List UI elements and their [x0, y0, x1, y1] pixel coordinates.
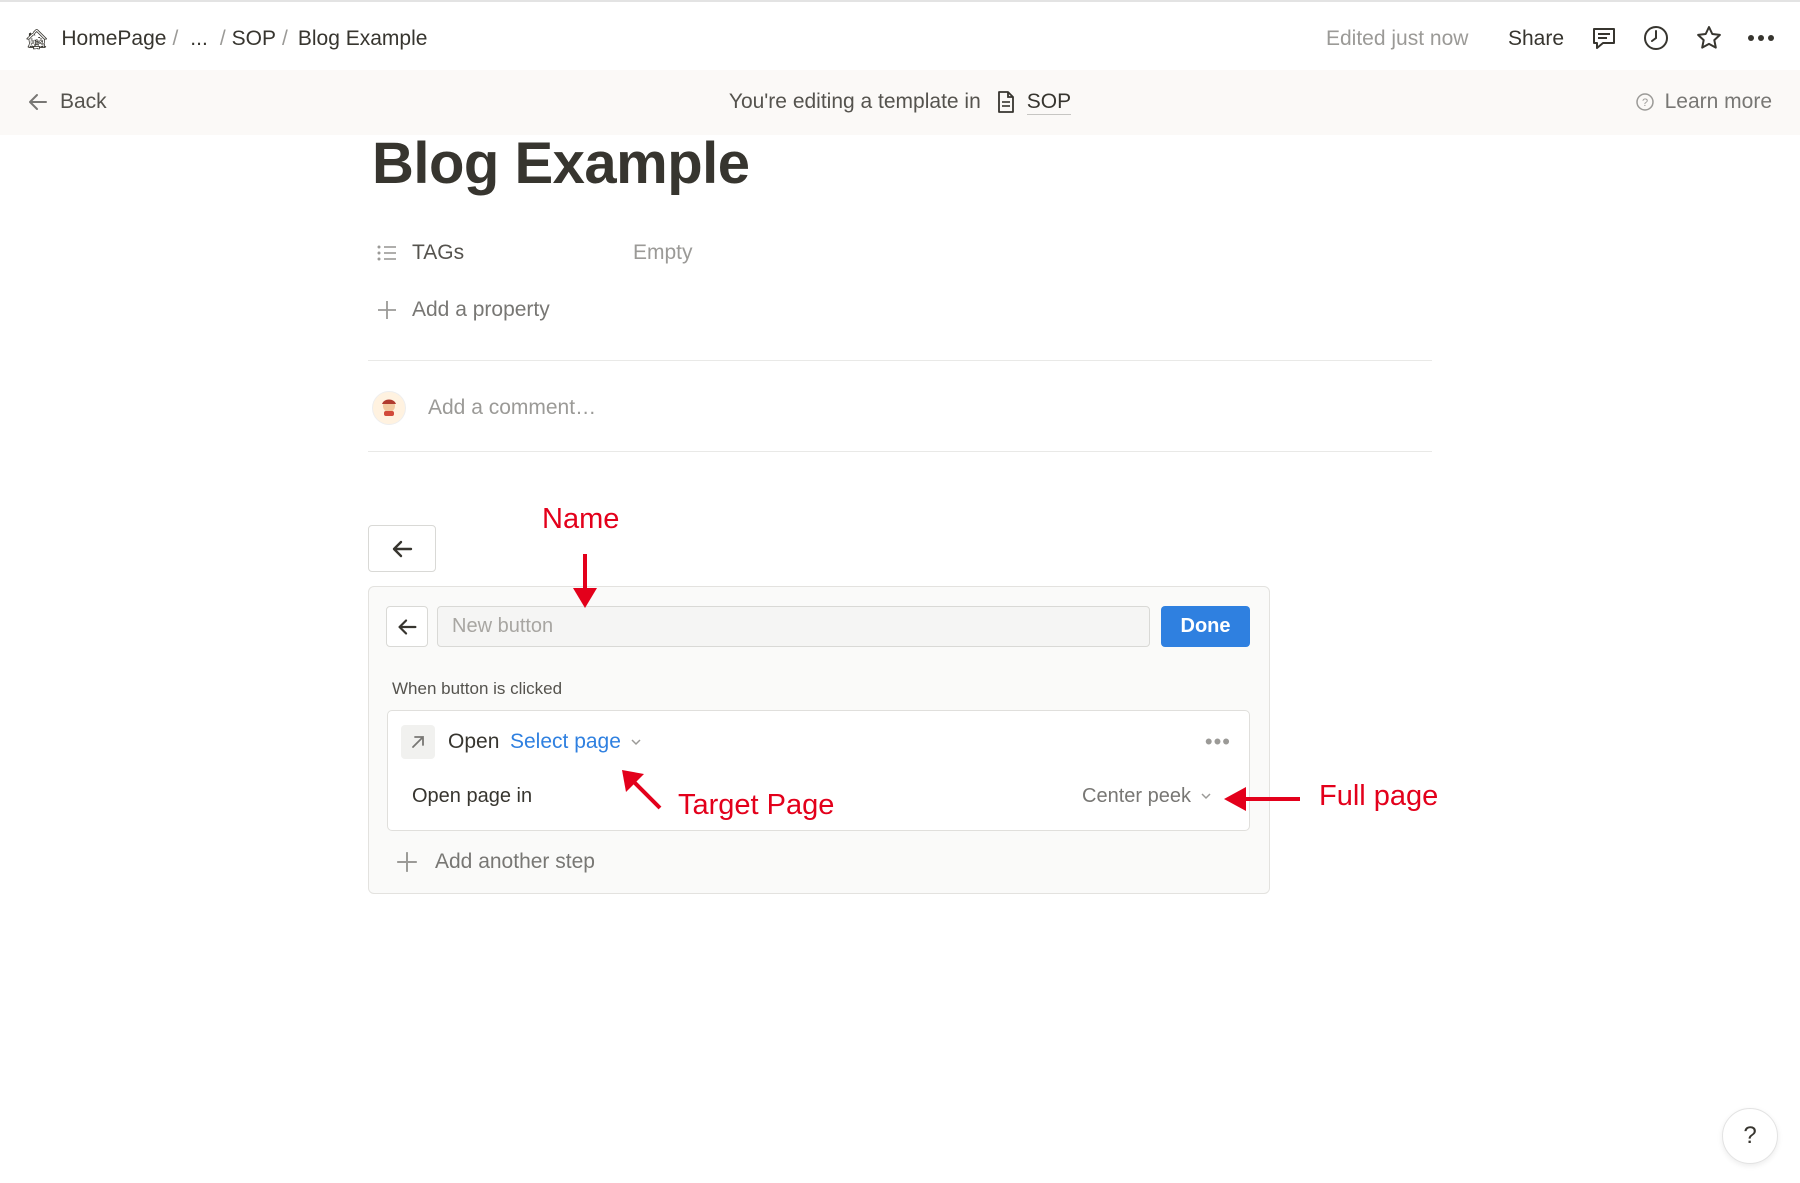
page-title[interactable]: Blog Example [372, 130, 750, 197]
home-page-icon: 🏚 [24, 28, 50, 51]
favorite-star-icon[interactable] [1692, 21, 1726, 55]
chevron-down-icon [631, 739, 641, 746]
template-editing-notice: You're editing a template in SOP [0, 85, 1800, 119]
open-page-in-label: Open page in [412, 784, 533, 807]
breadcrumb-separator: / [172, 27, 179, 50]
share-button[interactable]: Share [1508, 22, 1564, 56]
template-banner: Back You're editing a template in SOP ? … [0, 70, 1800, 135]
open-page-in-dropdown[interactable]: Center peek [1082, 779, 1213, 813]
breadcrumb-separator: / [219, 27, 226, 50]
top-bar: 🏚 HomePage / ... / SOP / Blog Example Ed… [0, 0, 1800, 70]
annotation-name: Name [542, 503, 620, 535]
done-button[interactable]: Done [1161, 606, 1250, 647]
open-arrow-icon [401, 725, 435, 759]
more-options-icon[interactable] [1744, 21, 1778, 55]
divider [368, 360, 1432, 361]
property-value[interactable]: Empty [633, 236, 693, 270]
divider [368, 451, 1432, 452]
help-circle-icon: ? [1635, 93, 1654, 111]
add-property-button[interactable]: Add a property [376, 293, 550, 327]
history-clock-icon[interactable] [1639, 21, 1673, 55]
comment-input[interactable]: Add a comment… [372, 390, 596, 426]
list-icon [377, 245, 396, 261]
button-name-input[interactable] [437, 606, 1150, 647]
annotation-full-page: Full page [1319, 780, 1439, 812]
add-step-label: Add another step [435, 850, 595, 873]
plus-icon [378, 301, 396, 319]
svg-text:?: ? [1642, 97, 1648, 109]
button-icon-picker[interactable] [386, 606, 428, 647]
annotation-arrow-left [1224, 787, 1300, 811]
property-name: TAGs [412, 241, 465, 264]
learn-more-label: Learn more [1664, 90, 1772, 113]
when-clicked-label: When button is clicked [392, 679, 563, 698]
breadcrumb-item-ellipsis[interactable]: ... [190, 27, 208, 51]
add-property-label: Add a property [412, 298, 550, 321]
breadcrumb-item-sop[interactable]: SOP [232, 27, 276, 51]
template-parent-link[interactable]: SOP [1026, 90, 1072, 115]
arrow-left-icon [398, 618, 417, 635]
learn-more-link[interactable]: ? Learn more [1635, 85, 1772, 119]
step-action-label: Open [448, 730, 500, 753]
comments-icon[interactable] [1587, 21, 1621, 55]
property-tags[interactable]: TAGs [376, 236, 464, 270]
annotation-arrow-diagonal [622, 770, 662, 810]
comment-placeholder: Add a comment… [428, 396, 597, 419]
select-page-dropdown[interactable]: Select page [510, 725, 643, 759]
open-page-in-value: Center peek [1082, 784, 1191, 807]
arrow-left-icon [392, 540, 413, 557]
breadcrumb: 🏚 HomePage / ... / SOP / Blog Example [24, 22, 427, 56]
avatar [372, 391, 406, 425]
breadcrumb-item-homepage[interactable]: HomePage [61, 27, 166, 51]
breadcrumb-item-blog-example[interactable]: Blog Example [298, 27, 428, 51]
help-button[interactable]: ? [1722, 1108, 1778, 1164]
annotation-target-page: Target Page [678, 789, 835, 821]
editing-text: You're editing a template in [728, 90, 981, 113]
step-more-options[interactable]: ••• [1205, 725, 1231, 759]
add-another-step-button[interactable]: Add another step [395, 845, 595, 879]
chevron-down-icon [1201, 793, 1211, 800]
page-document-icon [997, 91, 1014, 113]
annotation-arrow-down [573, 554, 597, 608]
edited-status: Edited just now [1326, 27, 1469, 50]
button-block[interactable] [368, 525, 436, 572]
button-editor-panel: Done When button is clicked Open Select … [368, 586, 1270, 894]
select-page-label: Select page [510, 730, 621, 753]
plus-icon [397, 852, 417, 872]
breadcrumb-separator: / [282, 27, 288, 50]
